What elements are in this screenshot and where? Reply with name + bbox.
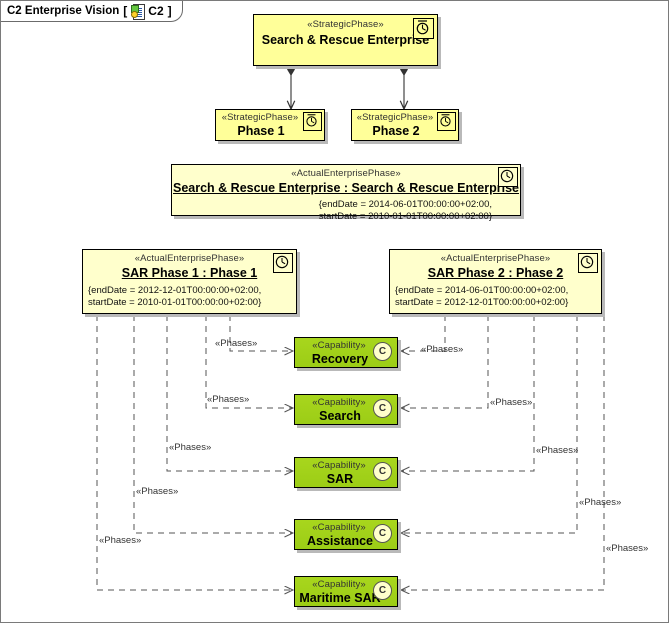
node-strategic-phase-2[interactable]: «StrategicPhase» Phase 2	[351, 109, 462, 144]
bracket-close: ]	[167, 4, 172, 18]
node-capability-recovery[interactable]: «Capability» Recovery C	[294, 337, 401, 371]
property-start-date: startDate = 2012-12-01T00:00:00+02:00}	[395, 297, 569, 308]
node-capability-assistance[interactable]: «Capability» Assistance C	[294, 519, 401, 553]
property-start-date: startDate = 2010-01-01T00:00:00+02:00}	[318, 211, 492, 222]
edge-label-phases-right-3: «Phases»	[536, 445, 579, 456]
class-badge-icon: C	[373, 524, 392, 543]
node-strategic-phase-1[interactable]: «StrategicPhase» Phase 1	[215, 109, 328, 144]
edge-label-phases-left-3: «Phases»	[169, 442, 212, 453]
node-name: SAR Phase 2 : Phase 2	[427, 266, 564, 280]
diagram-frame-tab: C2 Enterprise Vision [ C2 ]	[1, 1, 183, 22]
class-badge-icon: C	[373, 399, 392, 418]
class-badge-icon: C	[373, 342, 392, 361]
property-end-date: {endDate = 2014-06-01T00:00:00+02:00,	[318, 199, 492, 210]
node-name: Search & Rescue Enterprise	[261, 33, 430, 47]
node-sar-phase-1[interactable]: «ActualEnterprisePhase» SAR Phase 1 : Ph…	[82, 249, 300, 317]
node-capability-maritime-sar[interactable]: «Capability» Maritime SAR C	[294, 576, 401, 610]
clock-icon	[437, 112, 456, 131]
property-start-date: startDate = 2010-01-01T00:00:00+02:00}	[88, 297, 262, 308]
clock-icon	[578, 253, 598, 273]
node-strategic-search-rescue-enterprise[interactable]: «StrategicPhase» Search & Rescue Enterpr…	[253, 14, 441, 69]
diagram-canvas: C2 Enterprise Vision [ C2 ] «Phases» «Ph…	[0, 0, 669, 623]
property-end-date: {endDate = 2014-06-01T00:00:00+02:00,	[395, 285, 569, 296]
class-badge-icon: C	[373, 462, 392, 481]
edge-label-phases-left-5: «Phases»	[99, 535, 142, 546]
node-actual-enterprise-phase[interactable]: «ActualEnterprisePhase» Search & Rescue …	[171, 164, 524, 222]
clock-icon	[303, 112, 322, 131]
frame-tag: C2	[148, 4, 164, 18]
node-name: Search & Rescue Enterprise : Search & Re…	[173, 181, 519, 195]
stereotype-label: «ActualEnterprisePhase»	[440, 253, 551, 264]
node-capability-sar[interactable]: «Capability» SAR C	[294, 457, 401, 491]
edge-label-phases-right-1: «Phases»	[421, 344, 464, 355]
node-name: SAR Phase 1 : Phase 1	[121, 266, 258, 280]
class-badge-icon: C	[373, 581, 392, 600]
clock-icon	[273, 253, 293, 273]
clock-icon	[413, 18, 434, 39]
property-end-date: {endDate = 2012-12-01T00:00:00+02:00,	[88, 285, 262, 296]
stereotype-label: «StrategicPhase»	[307, 19, 384, 30]
node-capability-search[interactable]: «Capability» Search C	[294, 394, 401, 428]
stereotype-label: «ActualEnterprisePhase»	[134, 253, 245, 264]
stereotype-label: «ActualEnterprisePhase»	[291, 168, 401, 179]
edge-label-phases-right-2: «Phases»	[490, 397, 533, 408]
edge-label-phases-right-4: «Phases»	[579, 497, 622, 508]
node-sar-phase-2[interactable]: «ActualEnterprisePhase» SAR Phase 2 : Ph…	[389, 249, 605, 317]
edge-label-phases-left-2: «Phases»	[207, 394, 250, 405]
clock-icon	[498, 167, 518, 187]
diagram-document-icon	[131, 4, 146, 20]
page-title: C2 Enterprise Vision	[7, 5, 120, 17]
bracket-open: [	[123, 4, 128, 18]
edge-label-phases-left-1: «Phases»	[215, 338, 258, 349]
edge-label-phases-left-4: «Phases»	[136, 486, 179, 497]
edge-label-phases-right-5: «Phases»	[606, 543, 649, 554]
